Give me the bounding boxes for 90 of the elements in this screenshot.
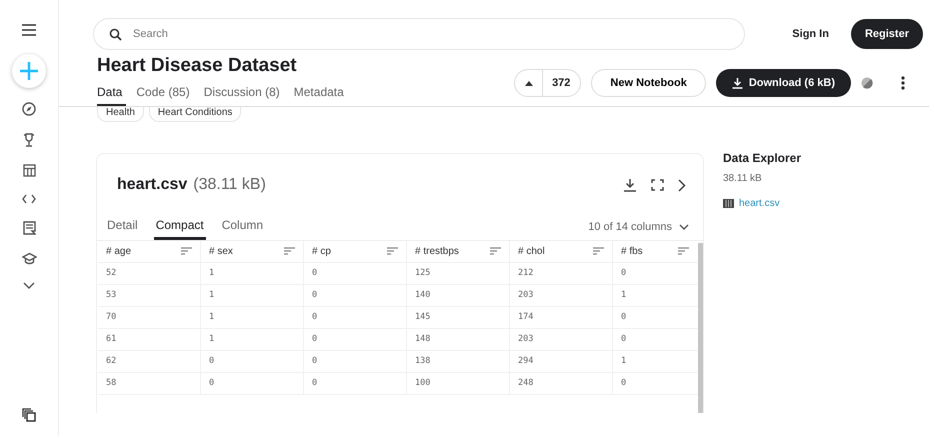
column-header[interactable]: # age [98,241,201,262]
table-icon[interactable] [22,164,36,177]
upvote-button[interactable]: 372 [514,69,582,97]
table-cell: 138 [407,350,510,372]
table-cell-text: 1 [620,355,628,368]
table-cell: 203 [510,284,613,306]
sort-icon[interactable] [490,247,501,256]
table-cell: 52 [98,262,201,284]
search-icon [109,28,122,41]
table-cell: 0 [304,350,407,372]
table-cell-text: 0 [620,267,628,280]
comment-icon[interactable] [22,221,36,235]
table-cell: 0 [304,284,407,306]
file-size: (38.11 kB) [193,176,266,193]
table-cell: 0 [304,328,407,350]
plus-icon [19,61,39,81]
graduation-cap-icon[interactable] [22,252,36,265]
download-icon [732,78,743,88]
table-cell-text: 0 [620,311,628,324]
more-options-icon[interactable] [901,76,905,90]
scrollbar[interactable] [698,243,703,413]
table-cell: 1 [201,328,304,350]
file-name: heart.csv [117,176,188,193]
fullscreen-icon[interactable] [651,179,664,191]
half-circle-icon[interactable] [861,77,873,89]
table-cell: 0 [201,350,304,372]
copy-icon[interactable] [22,408,36,422]
table-cell: 1 [201,306,304,328]
view-tab[interactable]: Column [220,218,266,240]
dataset-tab[interactable]: Metadata [294,85,348,107]
table-cell: 248 [510,372,613,394]
columns-dropdown[interactable]: 10 of 14 columns [588,221,689,240]
dataset-title: Heart Disease Dataset [97,55,298,77]
sign-in-button[interactable]: Sign In [782,28,839,40]
table-cell: 148 [407,328,510,350]
table-cell: 53 [98,284,201,306]
column-header[interactable]: # chol [510,241,613,262]
table-cell-text: 0 [620,333,628,346]
table-cell-text: 0 [620,377,628,390]
table-icon [723,199,734,208]
table-cell: 212 [510,262,613,284]
table-cell: 61 [98,328,201,350]
chevron-down-icon [679,224,689,230]
table-cell: 1 [201,262,304,284]
table-cell: 203 [510,328,613,350]
dataset-tab[interactable]: Discussion (8) [204,85,284,107]
table-cell: 0 [304,306,407,328]
compass-icon[interactable] [22,102,36,116]
menu-icon[interactable] [22,24,36,36]
register-button[interactable]: Register [850,19,923,49]
sort-icon[interactable] [593,247,604,256]
trophy-icon[interactable] [23,133,35,147]
code-icon[interactable] [22,194,36,204]
download-icon[interactable] [623,178,637,192]
table-cell: 0 [304,372,407,394]
chevron-down-icon[interactable] [23,282,35,290]
chevron-right-icon[interactable] [678,178,686,192]
file-link[interactable]: heart.csv [739,198,780,209]
sort-icon[interactable] [181,247,192,256]
new-notebook-button[interactable]: New Notebook [591,69,706,97]
view-tab[interactable]: Detail [105,218,140,240]
explorer-size: 38.11 kB [723,173,763,184]
tag-chip[interactable]: Health [97,106,144,122]
sort-icon[interactable] [284,247,295,256]
table-cell: 70 [98,306,201,328]
table-cell: 294 [510,350,613,372]
table-cell: 140 [407,284,510,306]
column-header[interactable]: # sex [201,241,304,262]
sort-icon[interactable] [387,247,398,256]
tag-chip[interactable]: Heart Conditions [148,106,242,122]
column-header[interactable]: # fbs [613,241,697,262]
table-cell-text: 1 [620,289,628,302]
explorer-title: Data Explorer [723,151,802,165]
table-cell: 0 [201,372,304,394]
table-cell: 100 [407,372,510,394]
table-cell: 62 [98,350,201,372]
search-field[interactable]: Search [93,18,745,50]
sort-icon[interactable] [678,247,689,256]
dataset-tab[interactable]: Code (85) [136,85,194,107]
download-button[interactable]: Download (6 kB) [716,69,851,97]
column-header[interactable]: # cp [304,241,407,262]
table-cell: 0 [304,262,407,284]
table-cell: 1 [201,284,304,306]
table-cell: 58 [98,372,201,394]
table-cell: 125 [407,262,510,284]
table-cell: 174 [510,306,613,328]
table-cell: 145 [407,306,510,328]
column-header[interactable]: # trestbps [407,241,510,262]
triangle-up-icon [525,80,534,86]
view-tab[interactable]: Compact [154,218,206,240]
